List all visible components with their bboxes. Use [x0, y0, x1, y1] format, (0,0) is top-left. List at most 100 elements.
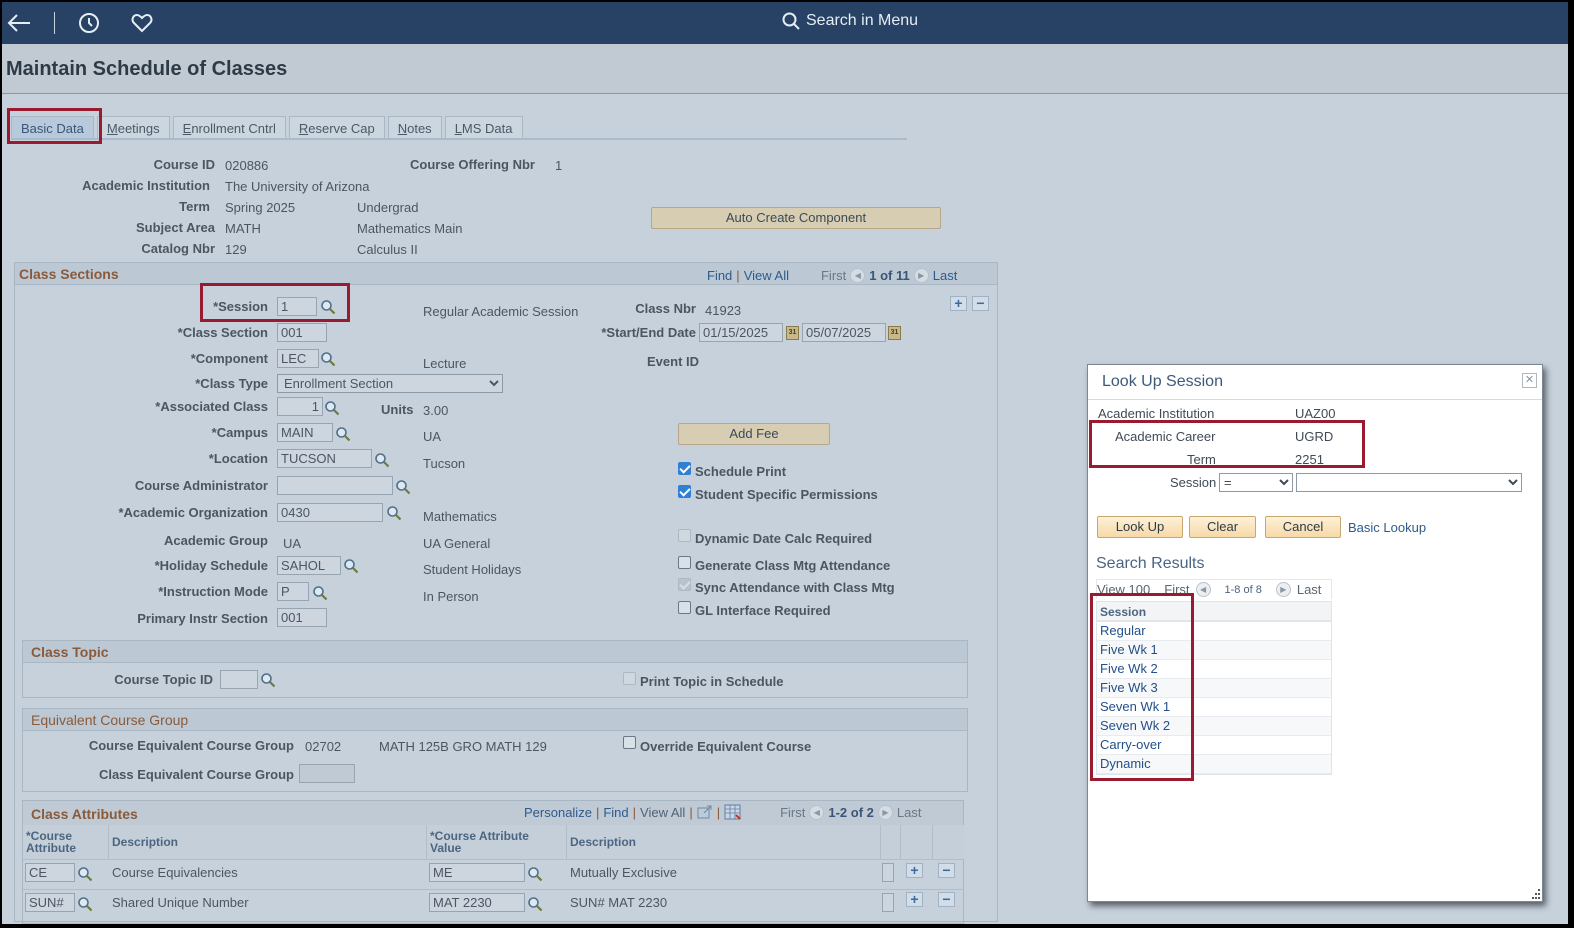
associated-class-lookup-icon[interactable] — [324, 400, 340, 416]
basic-lookup-link[interactable]: Basic Lookup — [1348, 520, 1426, 535]
find-link[interactable]: Find — [603, 805, 628, 820]
download-spreadsheet-icon[interactable] — [724, 804, 742, 820]
calendar-icon[interactable]: 31 — [786, 326, 799, 340]
course-attribute-input[interactable]: CE — [25, 863, 75, 882]
tab-enrollment-cntrl[interactable]: Enrollment Cntrl — [172, 116, 286, 140]
override-equiv-checkbox[interactable] — [623, 736, 636, 749]
delete-row-button[interactable]: − — [938, 863, 955, 878]
schedule-print-checkbox[interactable] — [678, 462, 691, 475]
next-arrow-icon[interactable]: ▶ — [913, 268, 929, 283]
clear-button[interactable]: Clear — [1189, 516, 1256, 538]
next-arrow-icon[interactable]: ▶ — [877, 804, 893, 820]
tab-basic-data[interactable]: Basic Data — [11, 116, 94, 140]
gl-interface-checkbox[interactable] — [678, 601, 691, 614]
course-attribute-input[interactable]: SUN# — [25, 893, 75, 912]
generate-attendance-checkbox[interactable] — [678, 556, 691, 569]
campus-lookup-icon[interactable] — [335, 426, 351, 442]
course-topic-lookup-icon[interactable] — [260, 672, 276, 688]
session-value-select[interactable] — [1296, 473, 1522, 492]
first-label[interactable]: First — [821, 268, 846, 283]
find-link[interactable]: Find — [707, 268, 732, 283]
add-row-button[interactable]: + — [906, 863, 923, 878]
favorites-button[interactable] — [129, 10, 155, 36]
academic-org-input[interactable]: 0430 — [277, 503, 383, 522]
attribute-value-input[interactable]: ME — [429, 863, 525, 882]
attribute-value-lookup-icon[interactable] — [527, 866, 543, 882]
prev-arrow-icon[interactable]: ◀ — [850, 268, 866, 283]
attribute-value-input[interactable]: MAT 2230 — [429, 893, 525, 912]
search-menu-button[interactable]: Search in Menu — [782, 12, 918, 30]
delete-row-button[interactable]: − — [938, 892, 955, 907]
row-selector[interactable] — [882, 863, 894, 882]
close-icon[interactable]: ✕ — [1522, 373, 1537, 388]
prev-arrow-icon[interactable]: ◀ — [1195, 582, 1211, 597]
campus-input[interactable]: MAIN — [277, 423, 333, 442]
first-label[interactable]: First — [780, 805, 805, 820]
result-row-seven-wk-1[interactable]: Seven Wk 1 — [1097, 698, 1331, 717]
tab-lms-data[interactable]: LMS Data — [444, 116, 523, 140]
session-input[interactable]: 1 — [277, 297, 317, 316]
add-row-button[interactable]: + — [950, 296, 967, 311]
holiday-schedule-input[interactable]: SAHOL — [277, 556, 341, 575]
student-permissions-checkbox[interactable] — [678, 485, 691, 498]
attribute-value-lookup-icon[interactable] — [527, 896, 543, 912]
look-up-button[interactable]: Look Up — [1097, 516, 1183, 538]
course-attribute-lookup-icon[interactable] — [77, 896, 93, 912]
class-topic-title: Class Topic — [31, 644, 109, 660]
course-admin-input[interactable] — [277, 476, 393, 495]
result-row-five-wk-3[interactable]: Five Wk 3 — [1097, 679, 1331, 698]
personalize-link[interactable]: Personalize — [524, 805, 592, 820]
associated-class-input[interactable]: 1 — [277, 397, 323, 416]
class-section-input[interactable]: 001 — [277, 323, 327, 342]
start-date-input[interactable]: 01/15/2025 — [699, 323, 783, 342]
end-date-input[interactable]: 05/07/2025 — [802, 323, 886, 342]
session-lookup-icon[interactable] — [320, 299, 336, 315]
cancel-button[interactable]: Cancel — [1265, 516, 1341, 538]
result-row-five-wk-1[interactable]: Five Wk 1 — [1097, 641, 1331, 660]
nav-separator: | — [736, 268, 740, 283]
course-topic-input[interactable] — [220, 670, 258, 689]
component-input[interactable]: LEC — [277, 349, 319, 368]
result-row-regular[interactable]: Regular — [1097, 622, 1331, 641]
result-row-five-wk-2[interactable]: Five Wk 2 — [1097, 660, 1331, 679]
tab-meetings[interactable]: Meetings — [96, 116, 170, 140]
add-fee-button[interactable]: Add Fee — [678, 423, 830, 445]
academic-org-lookup-icon[interactable] — [386, 505, 402, 521]
first-label[interactable]: First — [1164, 582, 1189, 597]
add-row-button[interactable]: + — [906, 892, 923, 907]
class-type-select[interactable]: Enrollment Section — [277, 374, 503, 393]
session-operator-select[interactable]: = — [1219, 473, 1293, 492]
primary-instr-input[interactable]: 001 — [277, 608, 327, 627]
view-all-link[interactable]: View All — [640, 805, 685, 820]
result-row-carry-over[interactable]: Carry-over — [1097, 736, 1331, 755]
row-selector[interactable] — [882, 893, 894, 912]
location-input[interactable]: TUCSON — [277, 449, 372, 468]
location-lookup-icon[interactable] — [374, 452, 390, 468]
new-window-icon[interactable] — [697, 805, 713, 819]
result-row-dynamic[interactable]: Dynamic — [1097, 755, 1331, 774]
resize-handle-icon[interactable] — [1530, 889, 1540, 899]
calendar-icon[interactable]: 31 — [888, 326, 901, 340]
back-button[interactable] — [6, 10, 32, 36]
instruction-mode-lookup-icon[interactable] — [312, 585, 328, 601]
view-all-link[interactable]: View All — [744, 268, 789, 283]
last-label[interactable]: Last — [1297, 582, 1322, 597]
class-equiv-input[interactable] — [299, 764, 355, 783]
course-attribute-lookup-icon[interactable] — [77, 866, 93, 882]
view-100-link[interactable]: View 100 — [1097, 582, 1150, 597]
instruction-mode-input[interactable]: P — [277, 582, 309, 601]
last-link[interactable]: Last — [933, 268, 958, 283]
holiday-lookup-icon[interactable] — [343, 558, 359, 574]
next-arrow-icon[interactable]: ▶ — [1275, 582, 1291, 597]
delete-row-button[interactable]: − — [972, 296, 989, 311]
auto-create-component-button[interactable]: Auto Create Component — [651, 207, 941, 229]
component-lookup-icon[interactable] — [320, 351, 336, 367]
prev-arrow-icon[interactable]: ◀ — [809, 804, 825, 820]
last-link[interactable]: Last — [897, 805, 922, 820]
component-label: *Component — [190, 351, 268, 366]
tab-notes[interactable]: Notes — [387, 116, 442, 140]
tab-reserve-cap[interactable]: Reserve Cap — [288, 116, 385, 140]
result-row-seven-wk-2[interactable]: Seven Wk 2 — [1097, 717, 1331, 736]
history-button[interactable] — [76, 10, 102, 36]
course-admin-lookup-icon[interactable] — [395, 479, 411, 495]
